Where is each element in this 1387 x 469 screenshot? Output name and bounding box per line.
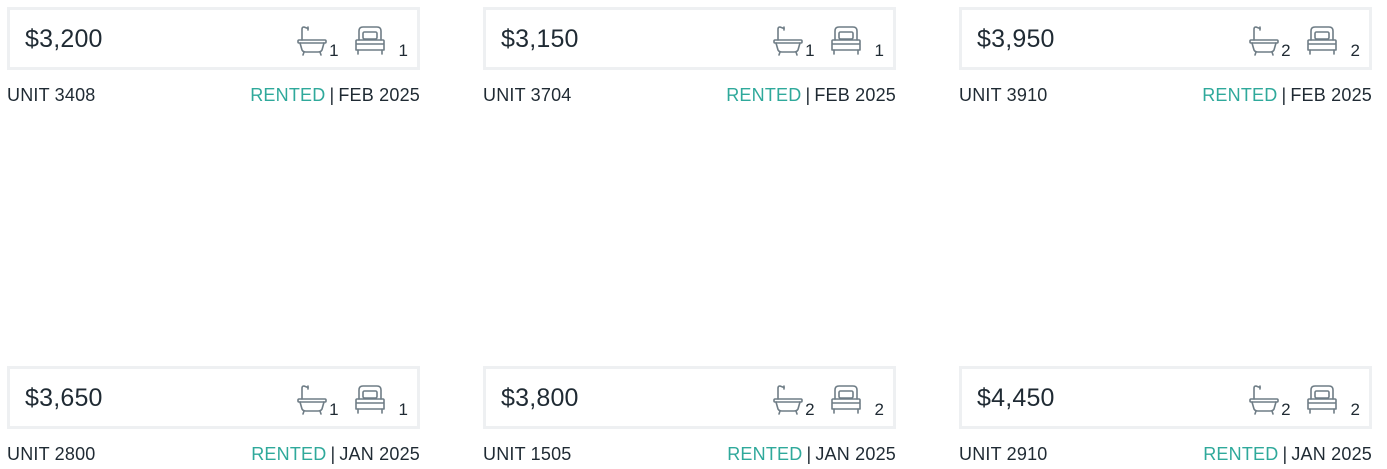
listing-meta: UNIT 1505 RENTED | JAN 2025	[483, 445, 896, 463]
listing-summary-box[interactable]: $3,200 1 1	[7, 7, 420, 70]
status-badge: RENTED	[251, 444, 327, 464]
listing-card[interactable]: $3,650 1 1 UNIT 2800 RENTED | JAN 2025	[7, 366, 420, 463]
listing-card[interactable]: $3,800 2 2 UNIT 1505 RENTED | JAN 2025	[483, 366, 896, 463]
unit-label: UNIT 3910	[959, 85, 1048, 105]
bed-count: 1	[398, 41, 408, 60]
rented-date: FEB 2025	[814, 85, 896, 105]
bathtub-icon	[295, 24, 329, 58]
unit-label: UNIT 3408	[7, 85, 96, 105]
bath-count: 1	[329, 400, 339, 419]
status-separator: |	[805, 85, 811, 105]
status-badge: RENTED	[1202, 85, 1278, 105]
listing-summary-box[interactable]: $3,650 1 1	[7, 366, 420, 429]
status-separator: |	[1281, 85, 1287, 105]
status-separator: |	[330, 444, 336, 464]
bed-icon	[353, 383, 387, 417]
amenities: 2 2	[1233, 24, 1360, 59]
rented-date: JAN 2025	[815, 444, 896, 464]
bathtub-icon	[295, 383, 329, 417]
bed-icon	[829, 24, 863, 58]
listing-meta: UNIT 2910 RENTED | JAN 2025	[959, 445, 1372, 463]
status-badge: RENTED	[726, 85, 802, 105]
listing-price: $4,450	[977, 384, 1055, 412]
bath-amenity: 1	[295, 24, 339, 60]
listing-summary-box[interactable]: $3,950 2 2	[959, 7, 1372, 70]
listing-price: $3,950	[977, 25, 1055, 53]
bathtub-icon	[771, 24, 805, 58]
unit-label: UNIT 3704	[483, 85, 572, 105]
bed-amenity: 1	[353, 24, 408, 59]
status-separator: |	[329, 85, 335, 105]
bed-count: 2	[1350, 400, 1360, 419]
unit-label: UNIT 1505	[483, 444, 572, 464]
bed-icon	[353, 24, 387, 58]
bath-amenity: 2	[771, 383, 815, 419]
rented-date: FEB 2025	[338, 85, 420, 105]
bath-count: 2	[1281, 41, 1291, 60]
amenities: 1 1	[281, 24, 408, 59]
bath-count: 1	[805, 41, 815, 60]
rented-date: JAN 2025	[1291, 444, 1372, 464]
bathtub-icon	[771, 383, 805, 417]
bed-count: 1	[398, 400, 408, 419]
listing-price: $3,150	[501, 25, 579, 53]
bath-count: 2	[805, 400, 815, 419]
listing-meta: UNIT 3408 RENTED | FEB 2025	[7, 86, 420, 104]
listing-price: $3,650	[25, 384, 103, 412]
status-line: RENTED | JAN 2025	[727, 445, 896, 463]
bed-icon	[1305, 383, 1339, 417]
status-badge: RENTED	[250, 85, 326, 105]
listing-card[interactable]: $4,450 2 2 UNIT 2910 RENTED | JAN 2025	[959, 366, 1372, 463]
status-separator: |	[1282, 444, 1288, 464]
bath-amenity: 2	[1247, 24, 1291, 60]
listing-price: $3,200	[25, 25, 103, 53]
bed-count: 2	[874, 400, 884, 419]
rented-date: JAN 2025	[339, 444, 420, 464]
listing-summary-box[interactable]: $3,150 1 1	[483, 7, 896, 70]
bathtub-icon	[1247, 383, 1281, 417]
bed-amenity: 2	[1305, 24, 1360, 59]
listing-meta: UNIT 2800 RENTED | JAN 2025	[7, 445, 420, 463]
bath-amenity: 1	[771, 24, 815, 60]
amenities: 1 1	[757, 24, 884, 59]
status-line: RENTED | JAN 2025	[1203, 445, 1372, 463]
status-line: RENTED | FEB 2025	[1202, 86, 1372, 104]
amenities: 1 1	[281, 383, 408, 418]
listing-meta: UNIT 3910 RENTED | FEB 2025	[959, 86, 1372, 104]
listing-summary-box[interactable]: $4,450 2 2	[959, 366, 1372, 429]
listing-price: $3,800	[501, 384, 579, 412]
bed-amenity: 1	[829, 24, 884, 59]
bath-count: 2	[1281, 400, 1291, 419]
unit-label: UNIT 2910	[959, 444, 1048, 464]
status-line: RENTED | JAN 2025	[251, 445, 420, 463]
bathtub-icon	[1247, 24, 1281, 58]
listing-card[interactable]: $3,150 1 1 UNIT 3704 RENTED | FEB 2025	[483, 7, 896, 104]
bed-count: 1	[874, 41, 884, 60]
bed-icon	[829, 383, 863, 417]
rented-date: FEB 2025	[1290, 85, 1372, 105]
bath-count: 1	[329, 41, 339, 60]
status-badge: RENTED	[1203, 444, 1279, 464]
listing-summary-box[interactable]: $3,800 2 2	[483, 366, 896, 429]
listing-card[interactable]: $3,950 2 2 UNIT 3910 RENTED | FEB 2025	[959, 7, 1372, 104]
bed-amenity: 1	[353, 383, 408, 418]
bed-icon	[1305, 24, 1339, 58]
listing-meta: UNIT 3704 RENTED | FEB 2025	[483, 86, 896, 104]
status-separator: |	[806, 444, 812, 464]
bed-amenity: 2	[829, 383, 884, 418]
amenities: 2 2	[1233, 383, 1360, 418]
status-line: RENTED | FEB 2025	[250, 86, 420, 104]
status-line: RENTED | FEB 2025	[726, 86, 896, 104]
bath-amenity: 1	[295, 383, 339, 419]
bed-count: 2	[1350, 41, 1360, 60]
bed-amenity: 2	[1305, 383, 1360, 418]
unit-label: UNIT 2800	[7, 444, 96, 464]
listing-card[interactable]: $3,200 1 1 UNIT 3408 RENTED | FEB 2025	[7, 7, 420, 104]
amenities: 2 2	[757, 383, 884, 418]
bath-amenity: 2	[1247, 383, 1291, 419]
status-badge: RENTED	[727, 444, 803, 464]
